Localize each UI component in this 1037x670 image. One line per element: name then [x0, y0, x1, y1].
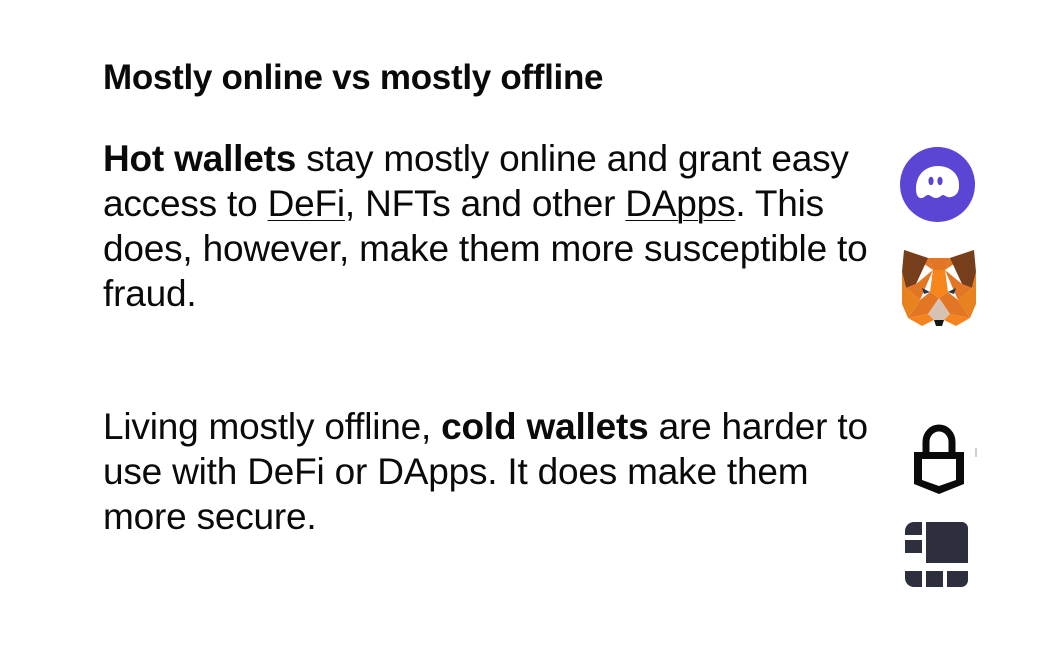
page-title: Mostly online vs mostly offline [103, 58, 604, 97]
hot-wallets-paragraph: Hot wallets stay mostly online and grant… [103, 136, 873, 316]
metamask-fox-icon [900, 248, 978, 328]
hot-wallets-term: Hot wallets [103, 138, 297, 179]
ledger-icon [905, 522, 968, 587]
defi-link[interactable]: DeFi [268, 183, 346, 224]
cold-wallets-term: cold wallets [441, 406, 649, 447]
content-card: Mostly online vs mostly offline Hot wall… [0, 0, 1037, 670]
dapps-link[interactable]: DApps [625, 183, 735, 224]
hot-text-2: , NFTs and other [344, 183, 626, 224]
divider-mark [975, 448, 977, 457]
cold-wallets-paragraph: Living mostly offline, cold wallets are … [103, 404, 873, 539]
lock-icon [911, 424, 967, 496]
phantom-wallet-icon [900, 147, 975, 222]
cold-text-1: Living mostly offline, [103, 406, 442, 447]
